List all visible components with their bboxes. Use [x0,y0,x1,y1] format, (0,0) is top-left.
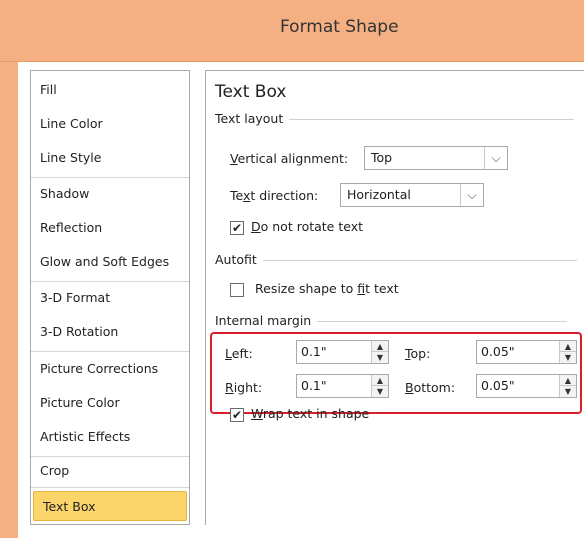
chevron-down-icon[interactable]: ⌵ [460,184,483,206]
sidebar-item-glow-soft-edges[interactable]: Glow and Soft Edges [31,247,189,277]
sidebar-item-shadow[interactable]: Shadow [31,179,189,209]
sidebar-item-reflection[interactable]: Reflection [31,213,189,243]
section-rule [262,260,577,261]
title-bar: Format Shape [0,0,584,62]
panel-heading: Text Box [215,82,287,102]
resize-shape-label: Resize shape to fit text [255,281,399,296]
do-not-rotate-label: Do not rotate text [251,219,364,234]
text-direction-value: Horizontal [347,187,411,202]
text-direction-label: Text direction: [230,188,319,203]
sidebar-separator [31,281,189,282]
section-text-layout: Text layout [215,110,575,128]
sidebar-item-text-box[interactable]: Text Box [33,491,187,521]
sidebar-item-3d-rotation[interactable]: 3-D Rotation [31,317,189,347]
vertical-alignment-value: Top [371,150,393,165]
section-rule [289,119,575,120]
sidebar-separator [31,177,189,178]
section-rule [317,321,568,322]
section-title: Autofit [215,252,257,267]
settings-panel [205,70,584,525]
do-not-rotate-checkbox[interactable]: ✔ [230,221,244,235]
sidebar-item-line-style[interactable]: Line Style [31,143,189,173]
sidebar-separator [31,351,189,352]
section-autofit: Autofit [215,251,577,269]
sidebar-item-picture-color[interactable]: Picture Color [31,388,189,418]
section-title: Text layout [215,111,284,126]
vertical-alignment-select[interactable]: Top ⌵ [364,146,508,170]
wrap-text-label: Wrap text in shape [251,406,370,421]
sidebar-item-3d-format[interactable]: 3-D Format [31,283,189,313]
internal-margin-highlight [210,332,582,414]
chevron-down-icon[interactable]: ⌵ [484,147,507,169]
window-left-border [0,62,18,538]
wrap-text-checkbox[interactable]: ✔ [230,408,244,422]
resize-shape-checkbox[interactable] [230,283,244,297]
sidebar-separator [31,487,189,488]
section-internal-margin: Internal margin [215,312,568,330]
sidebar-item-artistic-effects[interactable]: Artistic Effects [31,422,189,452]
window-title: Format Shape [280,17,399,37]
category-list: Fill Line Color Line Style Shadow Reflec… [30,70,190,525]
sidebar-item-fill[interactable]: Fill [31,75,189,105]
sidebar-item-line-color[interactable]: Line Color [31,109,189,139]
vertical-alignment-label: Vertical alignment: [230,151,349,166]
section-title: Internal margin [215,313,312,328]
text-direction-select[interactable]: Horizontal ⌵ [340,183,484,207]
sidebar-item-picture-corrections[interactable]: Picture Corrections [31,354,189,384]
sidebar-item-crop[interactable]: Crop [31,456,189,486]
